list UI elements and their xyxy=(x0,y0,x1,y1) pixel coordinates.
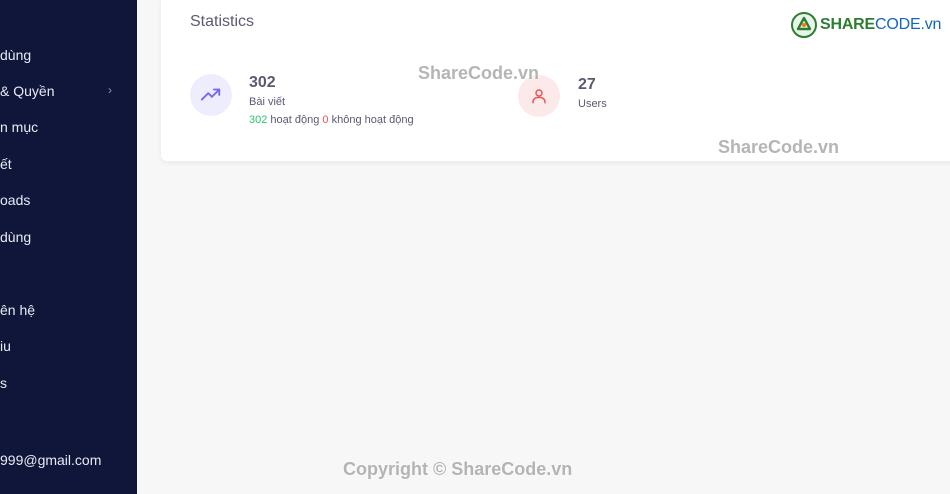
sidebar-item-label: ết xyxy=(0,156,12,172)
sidebar-item-label: & Quyền xyxy=(0,83,55,99)
watermark-top: ShareCode.vn xyxy=(418,63,540,83)
sidebar-item-users-2[interactable]: dùng xyxy=(0,229,31,245)
sidebar-item-iu[interactable]: iu xyxy=(0,338,11,354)
chevron-right-icon: › xyxy=(108,83,112,97)
users-count: 27 xyxy=(578,76,596,93)
card-title: Statistics xyxy=(190,13,255,30)
sidebar-item-s[interactable]: s xyxy=(0,375,7,391)
sidebar-item-label: oads xyxy=(0,192,31,208)
sidebar-item-users-1[interactable]: dùng xyxy=(0,47,31,63)
inactive-label: không hoạt động xyxy=(331,114,414,126)
sidebar-item-roles[interactable]: & Quyền › xyxy=(0,83,137,99)
sidebar: dùng & Quyền › n mục ết oads dùng ên hệ i… xyxy=(0,0,137,494)
sidebar-item-label: s xyxy=(0,375,7,391)
inactive-count: 0 xyxy=(322,114,329,126)
active-count: 302 xyxy=(249,114,268,126)
sidebar-email[interactable]: 999@gmail.com xyxy=(0,452,101,468)
sidebar-item-posts[interactable]: ết xyxy=(0,156,12,172)
logo-text: SHARECODE.vn xyxy=(820,16,942,33)
trending-up-icon xyxy=(190,74,232,116)
sidebar-item-label: n mục xyxy=(0,119,39,135)
sidebar-item-label: iu xyxy=(0,338,11,354)
sidebar-item-label: ên hệ xyxy=(0,302,36,318)
sharecode-logo: SHARECODE.vn xyxy=(791,11,941,39)
watermark-footer: Copyright © ShareCode.vn xyxy=(343,459,573,479)
sidebar-item-label: dùng xyxy=(0,47,32,63)
users-label: Users xyxy=(578,98,607,110)
sidebar-item-uploads[interactable]: oads xyxy=(0,192,30,208)
sharecode-logo-icon xyxy=(791,12,817,38)
posts-status: 302 hoạt động 0 không hoạt động xyxy=(249,114,414,126)
posts-label: Bài viết xyxy=(249,96,286,108)
active-label: hoạt động xyxy=(270,114,320,126)
posts-count: 302 xyxy=(249,74,276,91)
watermark-middle: ShareCode.vn xyxy=(718,137,840,157)
sidebar-item-label: dùng xyxy=(0,229,32,245)
sidebar-item-contact[interactable]: ên hệ xyxy=(0,302,35,318)
sidebar-item-categories[interactable]: n mục xyxy=(0,119,38,135)
